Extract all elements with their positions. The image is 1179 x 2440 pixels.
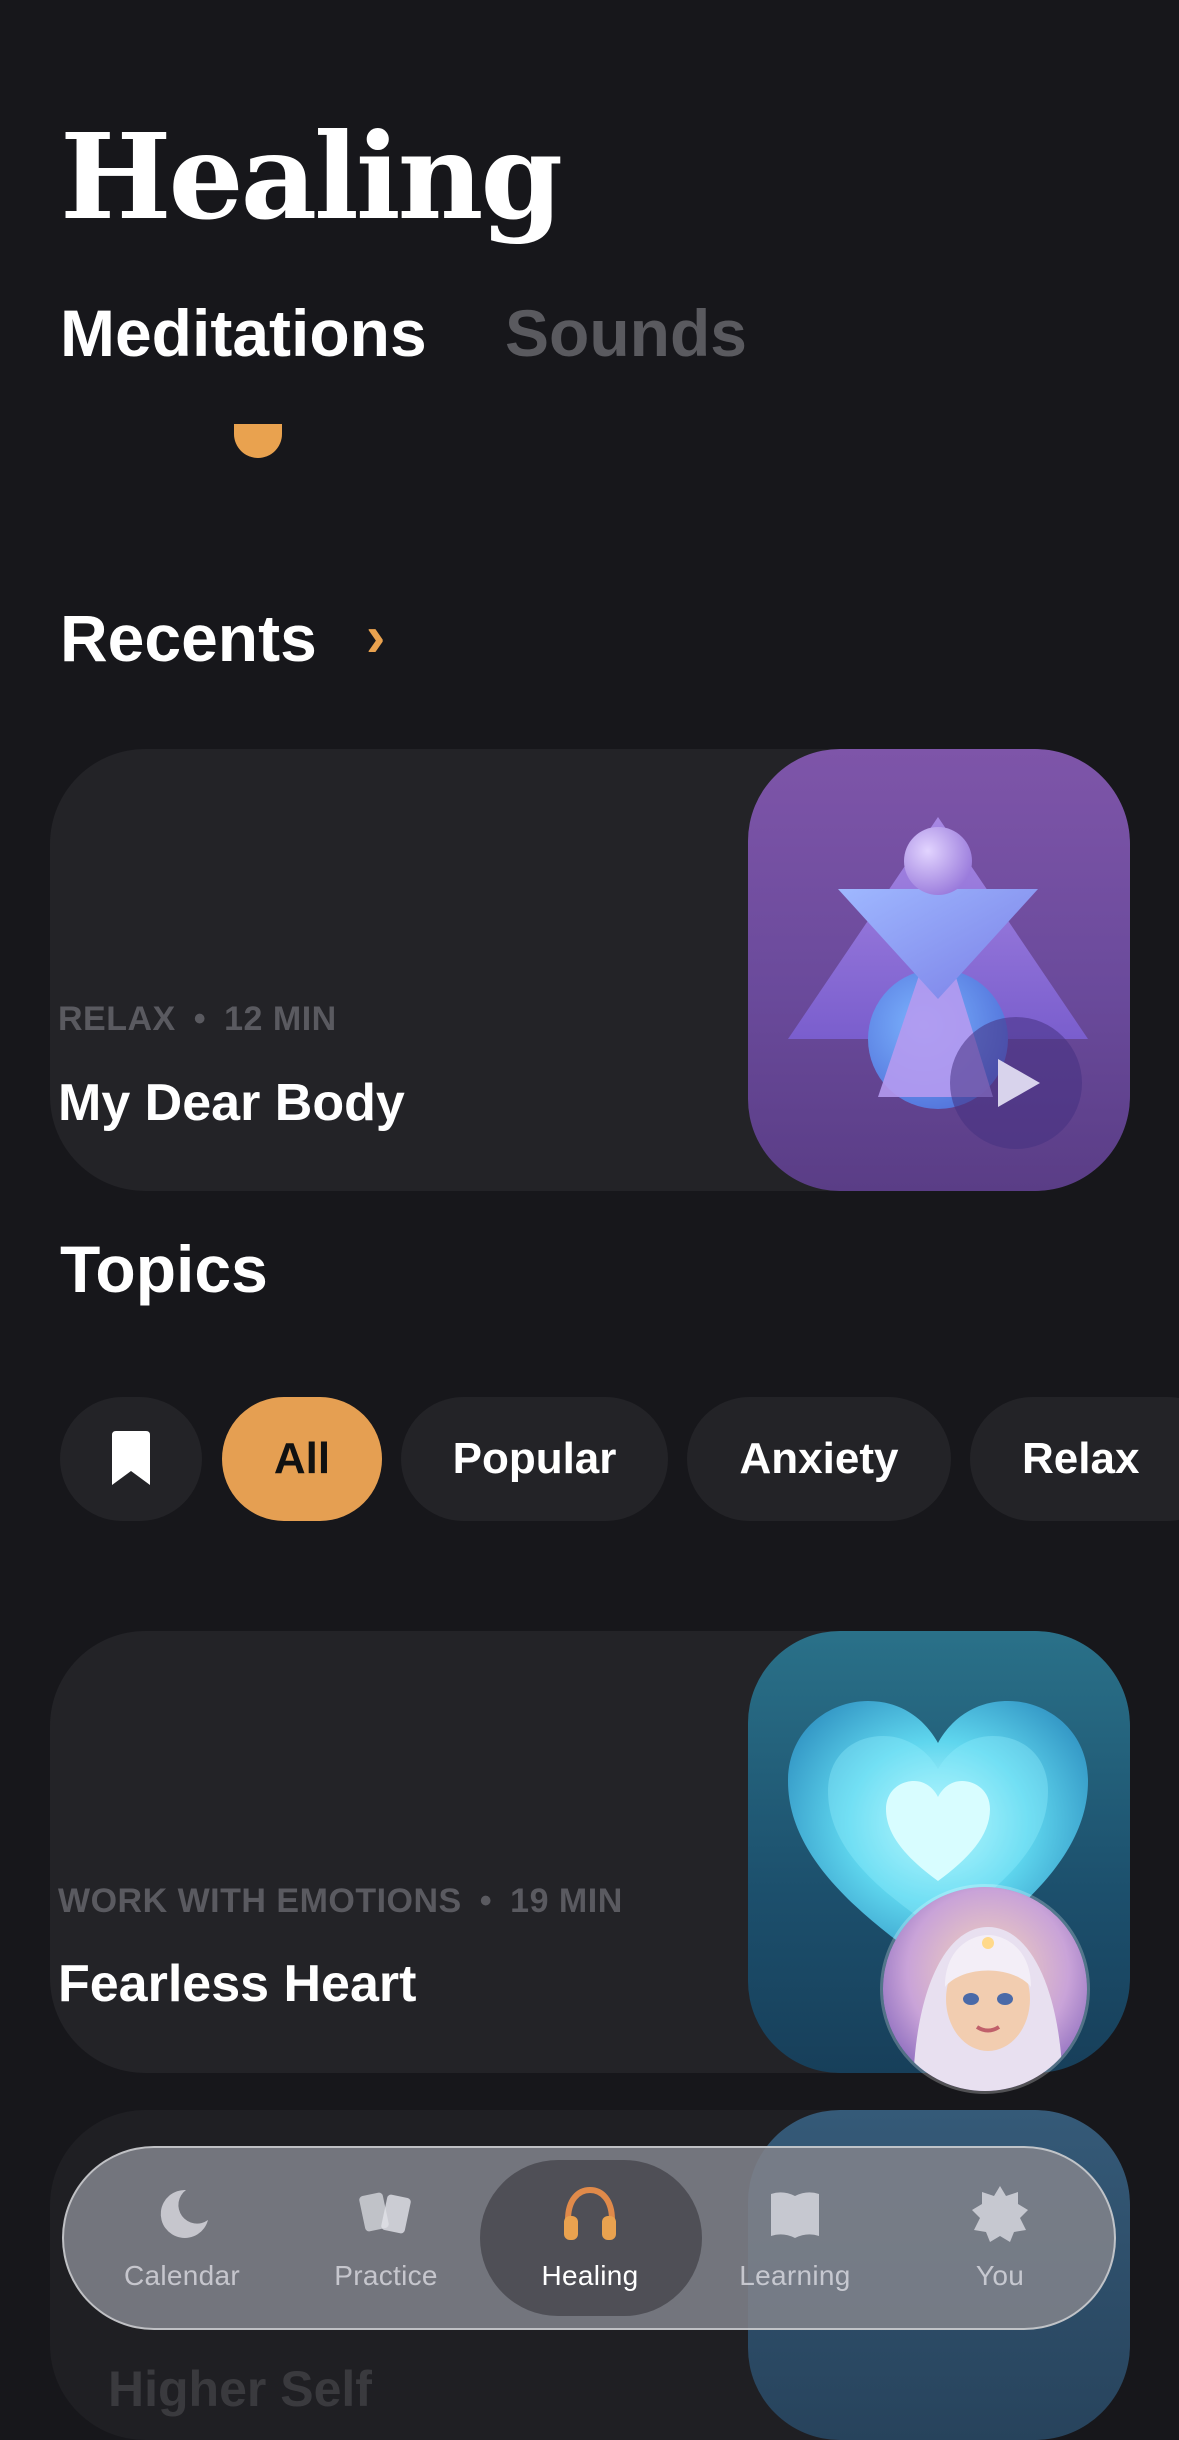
meditation-card-title: Higher Self (108, 2361, 372, 2417)
meditation-card-meta: WORK WITH EMOTIONS • 19 MIN (58, 1882, 623, 1921)
meditation-artwork (748, 749, 1130, 1191)
tab-calendar[interactable]: Calendar (82, 2148, 282, 2328)
book-icon (771, 2192, 819, 2238)
chip-relax[interactable]: Relax (970, 1397, 1179, 1521)
tab-label: You (975, 2260, 1025, 2291)
tab-label: Practice (334, 2260, 438, 2291)
headphones-icon (564, 2186, 616, 2240)
category-label: WORK WITH EMOTIONS (58, 1882, 462, 1920)
separator-dot: • (193, 1000, 207, 1038)
gear-icon (972, 2186, 1028, 2242)
page-title: Healing (60, 107, 563, 246)
meditation-card-title: Fearless Heart (58, 1955, 417, 2013)
tab-sounds[interactable]: Sounds (505, 300, 747, 366)
active-tab-indicator (234, 424, 282, 458)
category-label: RELAX (58, 1000, 176, 1038)
bottom-tab-bar: Calendar Practice Healing Learning You (62, 2146, 1116, 2330)
guide-avatar-icon (883, 1887, 1087, 2091)
moon-icon (160, 2189, 208, 2238)
recent-card-title: My Dear Body (58, 1074, 405, 1132)
chip-bookmark[interactable] (60, 1397, 202, 1521)
tab-label: Calendar (123, 2260, 241, 2291)
chevron-right-icon[interactable]: › (366, 605, 385, 669)
topics-title: Topics (60, 1232, 268, 1306)
separator-dot: • (479, 1882, 493, 1920)
tab-learning[interactable]: Learning (695, 2148, 895, 2328)
bookmark-icon (112, 1431, 150, 1485)
tab-meditations[interactable]: Meditations (60, 300, 427, 366)
recents-title[interactable]: Recents (60, 605, 317, 671)
cards-icon (359, 2192, 411, 2234)
tab-label: Learning (739, 2260, 851, 2291)
chip-all[interactable]: All (222, 1397, 382, 1521)
tab-practice[interactable]: Practice (286, 2148, 486, 2328)
avatar[interactable] (880, 1884, 1090, 2094)
recent-card-meta: RELAX • 12 MIN (58, 1000, 337, 1039)
tab-you[interactable]: You (900, 2148, 1100, 2328)
duration-label: 19 MIN (510, 1882, 623, 1920)
tab-label: Healing (541, 2260, 639, 2291)
tab-healing[interactable]: Healing (490, 2148, 690, 2328)
chip-popular[interactable]: Popular (401, 1397, 668, 1521)
chip-anxiety[interactable]: Anxiety (687, 1397, 951, 1521)
abstract-shapes-icon (788, 817, 1088, 1149)
duration-label: 12 MIN (224, 1000, 337, 1038)
